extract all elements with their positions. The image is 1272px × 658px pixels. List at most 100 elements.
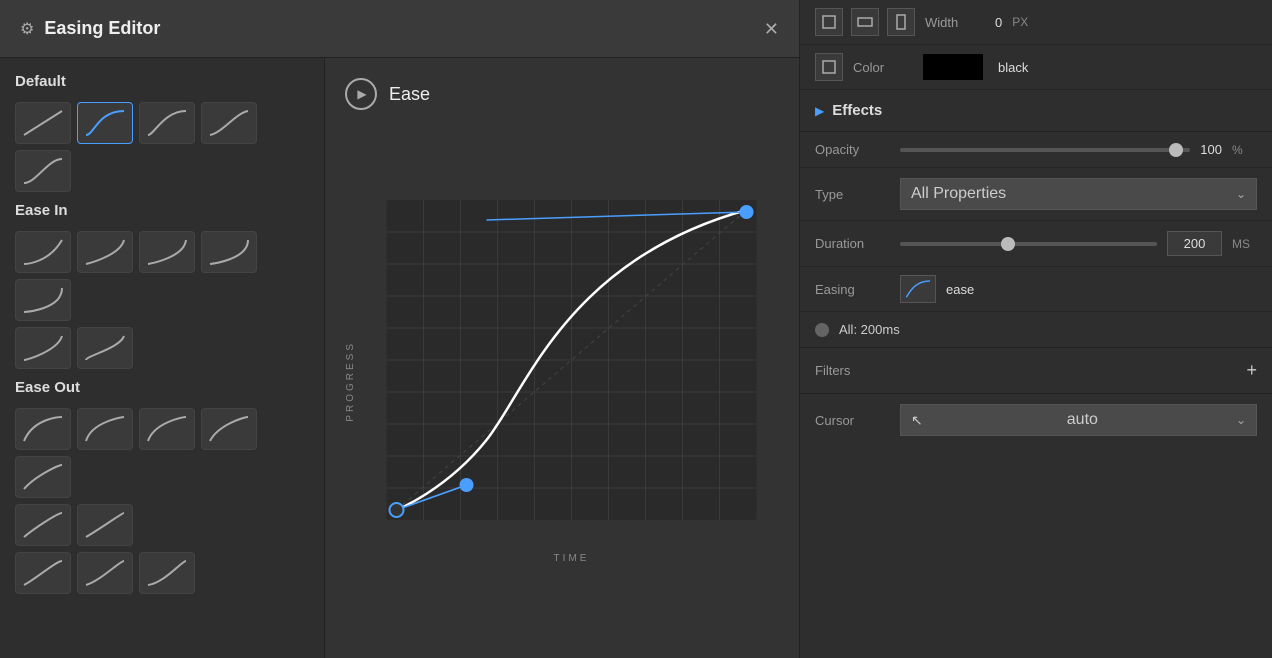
curve-area: TIME	[364, 200, 779, 564]
shape-icon-square[interactable]	[815, 8, 843, 36]
bullet-icon	[815, 323, 829, 337]
all-label: All: 200ms	[839, 322, 900, 337]
ease-out-preset-row1	[15, 408, 309, 498]
preset-linear[interactable]	[15, 102, 71, 144]
color-row: Color black	[800, 45, 1272, 90]
type-value: All Properties	[911, 185, 1006, 203]
width-value: 0	[995, 15, 1002, 30]
preset-ease-out-6[interactable]	[15, 504, 71, 546]
duration-slider[interactable]	[900, 242, 1157, 246]
color-value: black	[998, 60, 1028, 75]
opacity-row: Opacity 100 %	[800, 132, 1272, 168]
shape-icon-rect[interactable]	[851, 8, 879, 36]
preset-ease-in-5[interactable]	[15, 279, 71, 321]
duration-input[interactable]: 200	[1167, 231, 1222, 256]
shape-icon-tall[interactable]	[887, 8, 915, 36]
default-section-title: Default	[15, 73, 309, 90]
width-label: Width	[925, 15, 985, 30]
all-row: All: 200ms	[800, 312, 1272, 347]
filters-label: Filters	[815, 363, 850, 378]
color-label: Color	[853, 60, 913, 75]
easing-preview[interactable]	[900, 275, 936, 303]
ease-out-preset-row3	[15, 552, 309, 594]
opacity-value: 100	[1200, 142, 1222, 157]
preset-ease[interactable]	[77, 102, 133, 144]
editor-header: ⚙ Easing Editor ✕	[0, 0, 799, 58]
preset-ease-in-7[interactable]	[77, 327, 133, 369]
preset-ease-in-2[interactable]	[77, 231, 133, 273]
opacity-thumb[interactable]	[1169, 143, 1183, 157]
cursor-row: Cursor ↖ auto ⌄	[800, 394, 1272, 446]
cursor-select[interactable]: ↖ auto ⌄	[900, 404, 1257, 436]
preset-ease-out-4[interactable]	[201, 408, 257, 450]
color-shape-icon[interactable]	[815, 53, 843, 81]
preset-ease-out-7[interactable]	[77, 504, 133, 546]
curve-svg[interactable]	[364, 200, 779, 540]
presets-panel: Default	[0, 58, 325, 658]
preset-ease-out-9[interactable]	[77, 552, 133, 594]
preset-custom2[interactable]	[15, 150, 71, 192]
preset-ease-out-3[interactable]	[139, 408, 195, 450]
ease-in-preset-row1	[15, 231, 309, 321]
easing-editor-panel: ⚙ Easing Editor ✕ Default	[0, 0, 800, 658]
type-row: Type All Properties ⌄	[800, 168, 1272, 221]
curve-header: ▶ Ease	[345, 78, 779, 110]
width-unit: PX	[1012, 15, 1037, 29]
preset-ease-out-2[interactable]	[77, 408, 133, 450]
effects-title: Effects	[832, 102, 882, 119]
curve-svg-container[interactable]	[364, 200, 779, 545]
play-button[interactable]: ▶	[345, 78, 377, 110]
opacity-unit: %	[1232, 143, 1257, 157]
preset-ease-in-1[interactable]	[15, 231, 71, 273]
right-panel: Width 0 PX Color black ▶ Effects Opacity…	[800, 0, 1272, 658]
curve-name: Ease	[389, 84, 430, 105]
duration-thumb[interactable]	[1001, 237, 1015, 251]
easing-value: ease	[946, 282, 974, 297]
preset-ease-in-out[interactable]	[139, 102, 195, 144]
opacity-label: Opacity	[815, 142, 890, 157]
progress-label: PROGRESS	[345, 341, 356, 422]
editor-body: Default	[0, 58, 799, 658]
default-preset-row	[15, 102, 309, 192]
ease-out-preset-row2	[15, 504, 309, 546]
easing-row: Easing ease	[800, 267, 1272, 312]
triangle-icon[interactable]: ▶	[815, 104, 824, 118]
editor-title: Easing Editor	[44, 18, 160, 39]
ease-in-section-title: Ease In	[15, 202, 309, 219]
gear-icon: ⚙	[20, 19, 34, 39]
preset-custom1[interactable]	[201, 102, 257, 144]
preset-ease-out-8[interactable]	[15, 552, 71, 594]
width-row: Width 0 PX	[800, 0, 1272, 45]
type-label: Type	[815, 187, 890, 202]
curve-control-bottom	[460, 478, 474, 492]
duration-unit: MS	[1232, 237, 1257, 251]
preset-ease-out-1[interactable]	[15, 408, 71, 450]
preset-ease-in-6[interactable]	[15, 327, 71, 369]
preset-ease-out-10[interactable]	[139, 552, 195, 594]
cursor-value: auto	[1067, 411, 1098, 429]
type-select[interactable]: All Properties ⌄	[900, 178, 1257, 210]
opacity-slider[interactable]	[900, 148, 1190, 152]
duration-row: Duration 200 MS	[800, 221, 1272, 267]
close-button[interactable]: ✕	[764, 20, 779, 38]
time-label: TIME	[364, 553, 779, 564]
cursor-label: Cursor	[815, 413, 890, 428]
curve-handle-bottom	[390, 503, 404, 517]
color-swatch[interactable]	[923, 54, 983, 80]
preset-ease-in-3[interactable]	[139, 231, 195, 273]
preset-ease-out-5[interactable]	[15, 456, 71, 498]
duration-label: Duration	[815, 236, 890, 251]
header-left: ⚙ Easing Editor	[20, 18, 160, 39]
curve-editor: ▶ Ease PROGRESS	[325, 58, 799, 658]
ease-out-section-title: Ease Out	[15, 379, 309, 396]
shape-icons	[815, 8, 915, 36]
add-filter-button[interactable]: +	[1246, 360, 1257, 381]
filters-row: Filters +	[800, 347, 1272, 394]
cursor-arrow-icon: ↖	[911, 412, 923, 429]
curve-control-top	[740, 205, 754, 219]
cursor-chevron-icon: ⌄	[1236, 413, 1246, 427]
preset-ease-in-4[interactable]	[201, 231, 257, 273]
chevron-down-icon: ⌄	[1236, 187, 1246, 201]
play-icon: ▶	[357, 87, 366, 101]
easing-label: Easing	[815, 282, 890, 297]
